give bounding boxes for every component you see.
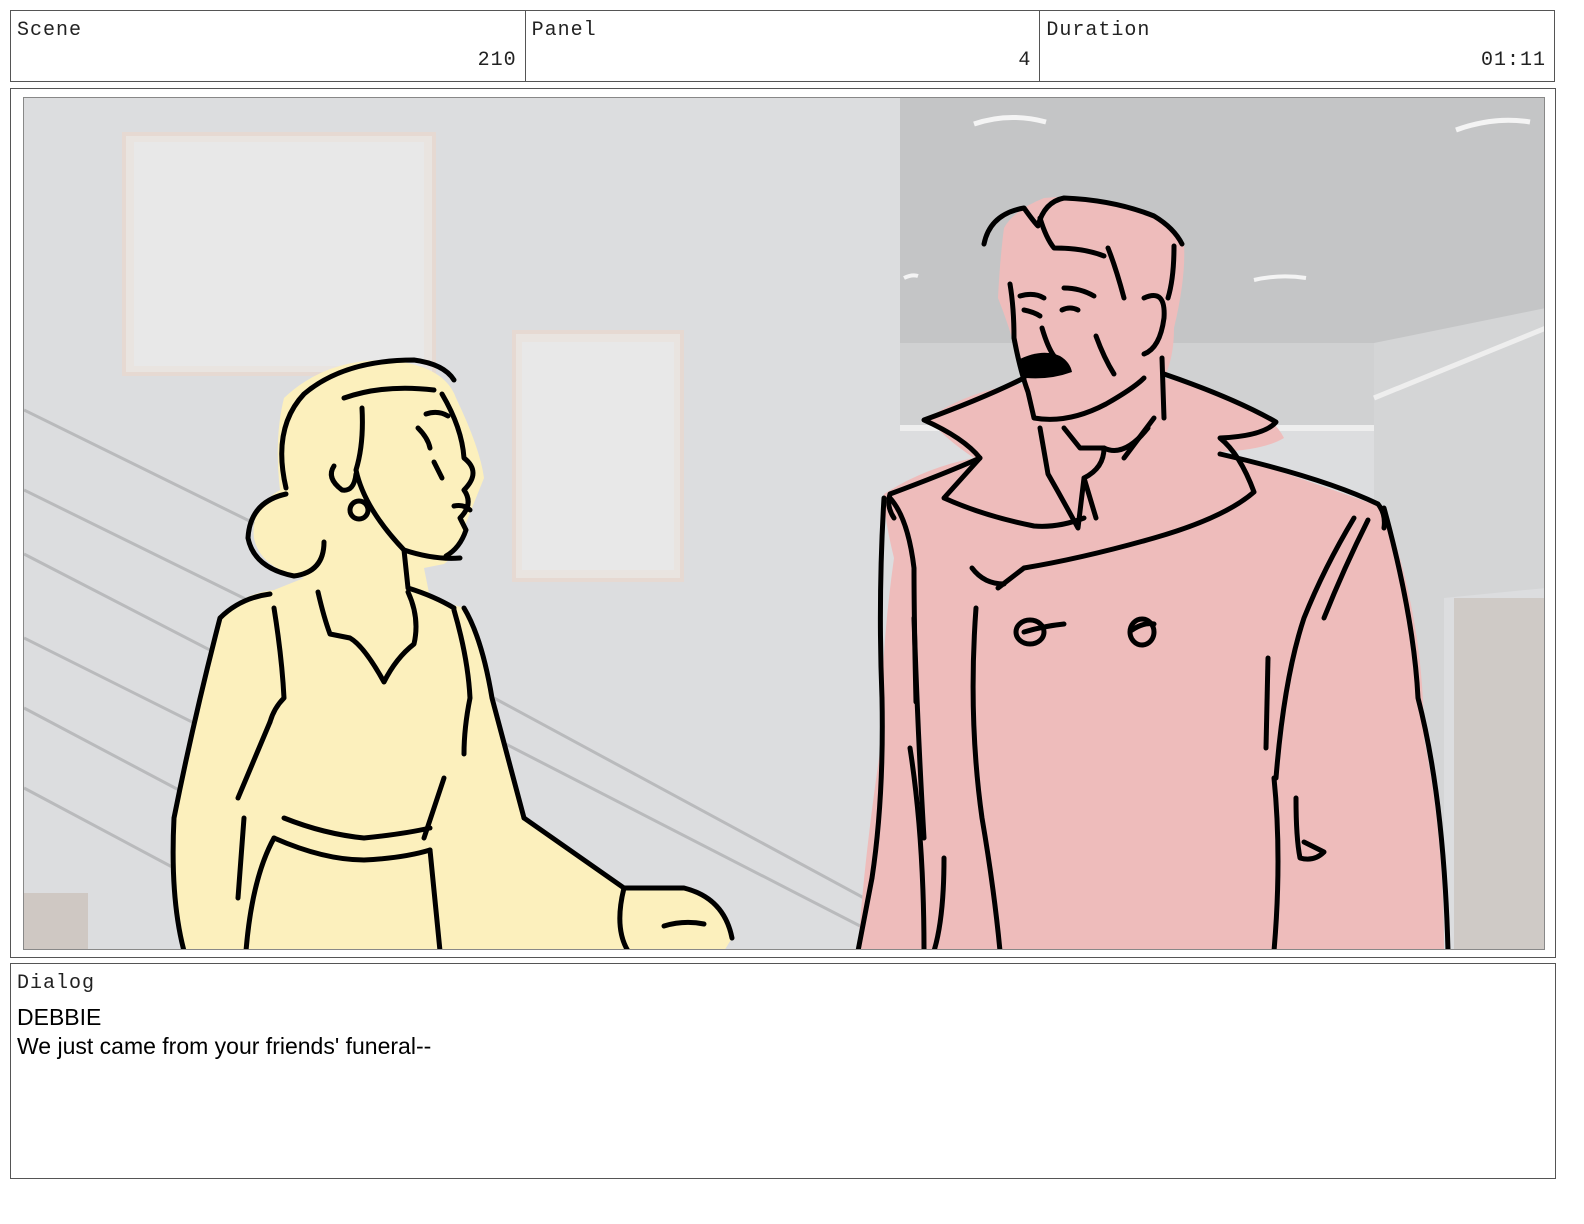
scene-label: Scene — [17, 19, 83, 42]
scene-value: 210 — [477, 49, 517, 72]
storyboard-panel-frame — [10, 88, 1556, 958]
storyboard-drawing — [23, 97, 1545, 950]
panel-cell: Panel 4 — [526, 11, 1041, 81]
scene-cell: Scene 210 — [11, 11, 526, 81]
panel-value: 4 — [1018, 49, 1032, 72]
panel-header: Scene 210 Panel 4 Duration 01:11 — [10, 10, 1555, 82]
dialog-label: Dialog — [17, 972, 96, 995]
dialog-line: We just came from your friends' funeral-… — [17, 1033, 432, 1059]
panel-label: Panel — [531, 19, 597, 42]
doorway — [1454, 598, 1544, 949]
duration-value: 01:11 — [1481, 49, 1547, 72]
duration-label: Duration — [1046, 19, 1151, 42]
storyboard-sketch — [24, 98, 1544, 949]
picture-frame-inner — [522, 342, 674, 570]
dialog-speaker: DEBBIE — [17, 1004, 102, 1030]
dialog-box: Dialog DEBBIE We just came from your fri… — [10, 963, 1556, 1179]
picture-frame-inner — [134, 142, 424, 366]
duration-cell: Duration 01:11 — [1040, 11, 1554, 81]
furniture — [24, 893, 88, 949]
